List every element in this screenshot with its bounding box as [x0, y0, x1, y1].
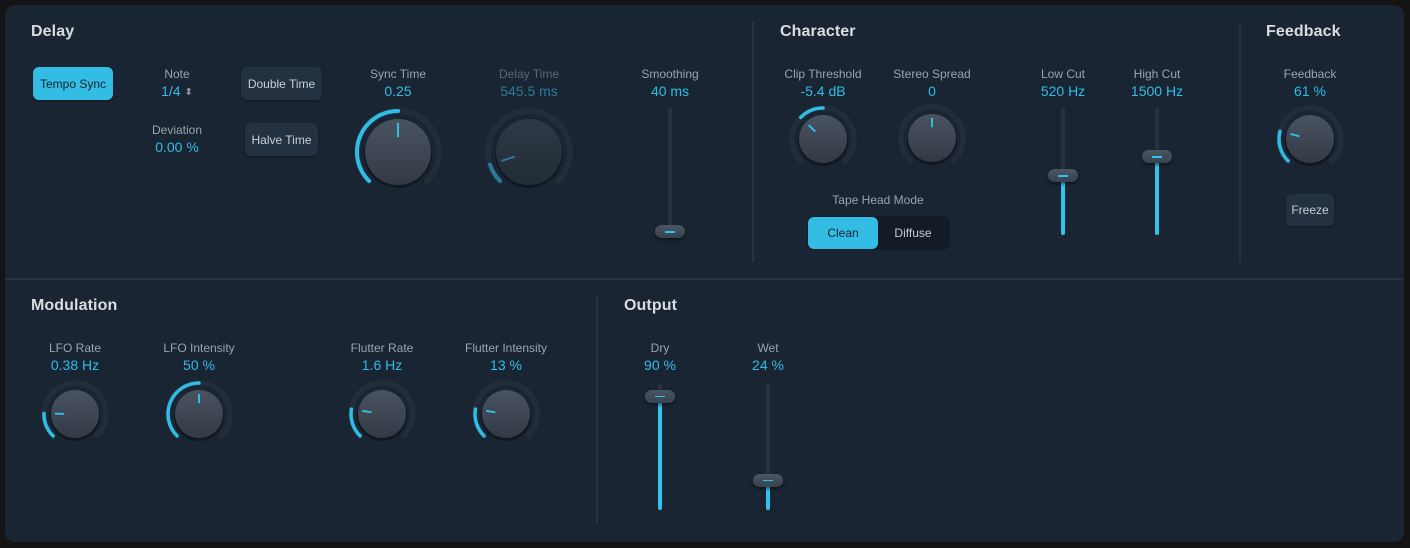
- tape-head-mode-clean[interactable]: Clean: [808, 217, 878, 249]
- flutter-rate-label: Flutter Rate: [350, 341, 414, 355]
- divider-character-feedback: [1239, 22, 1241, 262]
- clip-threshold-value: -5.4 dB: [800, 83, 846, 99]
- flutter-rate-value: 1.6 Hz: [361, 357, 403, 373]
- stereo-spread-value: 0: [928, 83, 936, 99]
- knob-body[interactable]: [496, 119, 562, 185]
- high-cut-value: 1500 Hz: [1130, 83, 1184, 99]
- stereo-spread-knob[interactable]: [895, 101, 969, 175]
- slider-thumb[interactable]: [645, 389, 675, 403]
- knob-body[interactable]: [358, 390, 406, 438]
- divider-top-bottom: [5, 278, 1404, 280]
- low-cut-label: Low Cut: [1040, 67, 1086, 81]
- deviation-value[interactable]: 0.00 %: [155, 139, 199, 155]
- lfo-intensity-label: LFO Intensity: [163, 341, 235, 355]
- high-cut-slider[interactable]: [1137, 108, 1177, 235]
- section-title-character: Character: [780, 23, 856, 40]
- knob-body[interactable]: [482, 390, 530, 438]
- clip-threshold-label: Clip Threshold: [784, 67, 862, 81]
- tape-head-mode-selector: Clean Diffuse: [807, 216, 950, 250]
- delay-time-label: Delay Time: [498, 67, 560, 81]
- smoothing-value: 40 ms: [650, 83, 690, 99]
- knob-indicator: [362, 409, 372, 414]
- slider-thumb[interactable]: [753, 473, 783, 487]
- slider-fill: [658, 395, 662, 510]
- tempo-sync-button[interactable]: Tempo Sync: [33, 67, 113, 100]
- slider-thumb[interactable]: [1048, 169, 1078, 183]
- tape-head-mode-diffuse[interactable]: Diffuse: [878, 217, 948, 249]
- dry-value: 90 %: [644, 357, 676, 373]
- delay-plugin-panel: Delay Tempo Sync Note 1/4 ⬍ Deviation 0.0…: [5, 5, 1404, 542]
- low-cut-value: 520 Hz: [1040, 83, 1086, 99]
- note-selector[interactable]: 1/4 ⬍: [161, 83, 193, 99]
- slider-fill: [1061, 175, 1065, 235]
- stereo-spread-label: Stereo Spread: [893, 67, 971, 81]
- stepper-icon: ⬍: [184, 87, 193, 98]
- tape-head-mode-label: Tape Head Mode: [832, 193, 924, 207]
- lfo-rate-label: LFO Rate: [48, 341, 102, 355]
- sync-time-label: Sync Time: [369, 67, 427, 81]
- low-cut-slider[interactable]: [1043, 108, 1083, 235]
- wet-label: Wet: [757, 341, 779, 355]
- section-title-delay: Delay: [31, 23, 75, 40]
- dry-slider[interactable]: [640, 383, 680, 510]
- deviation-label: Deviation: [151, 123, 203, 137]
- slider-track[interactable]: [668, 108, 672, 235]
- smoothing-slider[interactable]: [650, 108, 690, 239]
- double-time-button[interactable]: Double Time: [241, 67, 322, 100]
- lfo-intensity-knob[interactable]: [162, 377, 236, 451]
- wet-value: 24 %: [752, 357, 784, 373]
- knob-body[interactable]: [1286, 115, 1334, 163]
- note-label: Note: [164, 67, 190, 81]
- slider-thumb[interactable]: [1142, 150, 1172, 164]
- flutter-intensity-knob[interactable]: [469, 377, 543, 451]
- divider-modulation-output: [596, 296, 598, 524]
- flutter-rate-knob[interactable]: [345, 377, 419, 451]
- slider-fill: [1155, 156, 1159, 235]
- lfo-rate-value: 0.38 Hz: [50, 357, 100, 373]
- lfo-intensity-value: 50 %: [183, 357, 215, 373]
- section-title-feedback: Feedback: [1266, 23, 1341, 40]
- feedback-value: 61 %: [1294, 83, 1326, 99]
- knob-body[interactable]: [799, 115, 847, 163]
- delay-time-value: 545.5 ms: [500, 83, 558, 99]
- sync-time-knob[interactable]: [351, 105, 445, 199]
- flutter-intensity-label: Flutter Intensity: [464, 341, 548, 355]
- halve-time-button[interactable]: Halve Time: [245, 123, 318, 156]
- sync-time-value: 0.25: [384, 83, 412, 99]
- freeze-button[interactable]: Freeze: [1286, 194, 1334, 226]
- wet-slider[interactable]: [748, 383, 788, 510]
- section-title-output: Output: [624, 297, 678, 314]
- lfo-rate-knob[interactable]: [38, 377, 112, 451]
- note-value: 1/4: [161, 83, 181, 99]
- knob-indicator: [486, 409, 496, 414]
- dry-label: Dry: [650, 341, 670, 355]
- slider-thumb[interactable]: [655, 225, 685, 239]
- flutter-intensity-value: 13 %: [490, 357, 522, 373]
- feedback-label: Feedback: [1283, 67, 1337, 81]
- smoothing-label: Smoothing: [641, 67, 699, 81]
- high-cut-label: High Cut: [1133, 67, 1181, 81]
- clip-threshold-knob[interactable]: [786, 102, 860, 176]
- feedback-knob[interactable]: [1273, 102, 1347, 176]
- section-title-modulation: Modulation: [31, 297, 118, 314]
- divider-delay-character: [752, 22, 754, 262]
- delay-time-knob[interactable]: [482, 105, 576, 199]
